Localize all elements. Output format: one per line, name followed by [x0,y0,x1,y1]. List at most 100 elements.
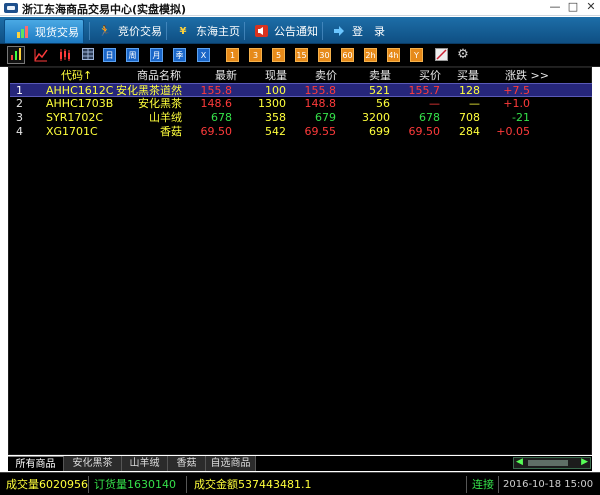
minimize-button[interactable]: — [546,1,564,14]
cell-ask-qty: 699 [369,125,390,138]
cell-index: 3 [16,111,23,124]
connection-status: 连接 [472,478,494,491]
cell-bid: — [429,97,440,110]
tab-anhua-dark-tea[interactable]: 安化黑茶 [64,456,122,471]
column-header-bid-qty[interactable]: 买量 [439,68,479,83]
cell-ask: 155.8 [304,84,337,97]
tab-login[interactable]: 登 录 [322,19,392,43]
cell-name: 山羊绒 [149,111,182,124]
cell-ask-qty: 56 [376,97,390,110]
line-chart-tool-icon[interactable] [33,48,49,62]
cell-ask: 69.55 [304,125,337,138]
cell-bid-qty: 128 [459,84,480,97]
min5-period-button[interactable]: 5 [272,48,285,62]
column-header-bid[interactable]: 买价 [401,68,441,83]
column-header-volume[interactable]: 现量 [247,68,287,83]
cell-change: -21 [512,111,530,124]
cell-index: 2 [16,97,23,110]
status-divider [186,476,187,493]
table-row[interactable]: 2 AHHC1703B 安化黑茶 148.6 1300 148.8 56— — +1.0 [10,97,592,111]
cell-change: +0.05 [496,125,530,138]
season-period-button[interactable]: 季 [173,48,186,62]
column-header-change[interactable]: 涨跌 >> [505,68,549,83]
speaker-icon [254,24,268,38]
cell-index: 1 [16,84,23,97]
cell-change: +1.0 [503,97,530,110]
column-header-ask-qty[interactable]: 卖量 [351,68,391,83]
min3-period-button[interactable]: 3 [249,48,262,62]
tab-announcements[interactable]: 公告通知 [244,19,322,43]
cell-volume: 1300 [258,97,286,110]
scroll-left-arrow-icon[interactable]: ◀ [516,457,523,467]
column-header-code[interactable]: 代码↑ [61,68,92,83]
tab-label: 现货交易 [35,25,79,39]
cell-latest: 155.8 [200,84,233,97]
cell-bid: 678 [419,111,440,124]
window-title-bar: 浙江东海商品交易中心(实盘模拟) — □ ✕ [0,0,600,16]
cell-name: 安化黑茶 [138,97,182,110]
cell-ask-qty: 3200 [362,111,390,124]
cell-volume: 542 [265,125,286,138]
horizontal-scrollbar[interactable]: ◀ ▶ [513,457,591,469]
week-period-button[interactable]: 周 [126,48,139,62]
min1-period-button[interactable]: 1 [226,48,239,62]
day-period-button[interactable]: 日 [103,48,116,62]
min60-period-button[interactable]: 60 [341,48,354,62]
total-orders: 订货量1630140 [94,478,176,491]
year-period-button[interactable]: X [197,48,210,62]
window-title: 浙江东海商品交易中心(实盘模拟) [22,3,187,16]
tab-cashmere[interactable]: 山羊绒 [122,456,168,471]
hour2-period-button[interactable]: 2h [364,48,377,62]
draw-tool-icon[interactable] [433,48,449,62]
close-button[interactable]: ✕ [582,1,600,14]
scroll-right-arrow-icon[interactable]: ▶ [581,457,588,467]
chart-toolbar: 日 周 月 季 X 1 3 5 15 30 60 2h 4h Y ⚙ [0,44,600,67]
column-header-ask[interactable]: 卖价 [297,68,337,83]
tab-auction-trading[interactable]: 🏃 竞价交易 [88,19,166,43]
yen-icon: ¥ [179,25,187,37]
settings-gear-icon[interactable]: ⚙ [455,48,471,62]
main-nav-bar: 现货交易 🏃 竞价交易 ¥ 东海主页 公告通知 登 录 [0,17,600,44]
maximize-button[interactable]: □ [564,1,582,14]
cell-bid-qty: 708 [459,111,480,124]
hour4-period-button[interactable]: 4h [387,48,400,62]
category-tab-bar: 所有商品 安化黑茶 山羊绒 香菇 自选商品 ◀ ▶ [8,456,592,471]
cell-latest: 148.6 [200,97,233,110]
cell-ask: 148.8 [304,97,337,110]
scroll-thumb[interactable] [528,460,568,466]
status-divider [466,476,467,493]
bar-chart-tool-icon[interactable] [7,46,25,64]
tab-donghai-home[interactable]: ¥ 东海主页 [166,19,244,43]
cell-volume: 100 [265,84,286,97]
cell-latest: 678 [211,111,232,124]
candlestick-tool-icon[interactable] [57,48,73,62]
tab-mushroom[interactable]: 香菇 [168,456,206,471]
status-bar: 成交量6020956 订货量1630140 成交金额537443481.1 连接… [0,472,600,495]
cell-bid-qty: 284 [459,125,480,138]
current-datetime: 2016-10-18 15:00 [503,479,594,490]
cell-bid: 155.7 [408,84,441,97]
table-tool-icon[interactable] [80,48,96,62]
custom-period-button[interactable]: Y [410,48,423,62]
table-row[interactable]: 4 XG1701C 香菇 69.50 542 69.55 699 69.50 284 +0.05 [10,125,592,139]
table-row[interactable]: 3 SYR1702C 山羊绒 678 358 679 3200 678 708 -21 [10,111,592,125]
tab-spot-trading[interactable]: 现货交易 [4,19,84,43]
total-volume: 成交量6020956 [6,478,88,491]
tab-all-products[interactable]: 所有商品 [8,456,64,471]
column-header-name[interactable]: 商品名称 [121,68,181,83]
cell-index: 4 [16,125,23,138]
app-logo-icon [4,3,18,13]
month-period-button[interactable]: 月 [150,48,163,62]
cell-name: 香菇 [160,125,182,138]
cell-volume: 358 [265,111,286,124]
min15-period-button[interactable]: 15 [295,48,308,62]
tab-label: 竞价交易 [118,25,162,38]
min30-period-button[interactable]: 30 [318,48,331,62]
status-divider [88,476,89,493]
tab-watchlist[interactable]: 自选商品 [206,456,256,471]
cell-bid-qty: — [469,97,480,110]
arrow-right-icon [332,24,346,38]
table-row[interactable]: 1 AHHC1612C 安化黑茶道然 155.8 100 155.8 521 155.7 128… [10,83,592,97]
runner-icon: 🏃 [98,25,112,37]
column-header-latest[interactable]: 最新 [197,68,237,83]
